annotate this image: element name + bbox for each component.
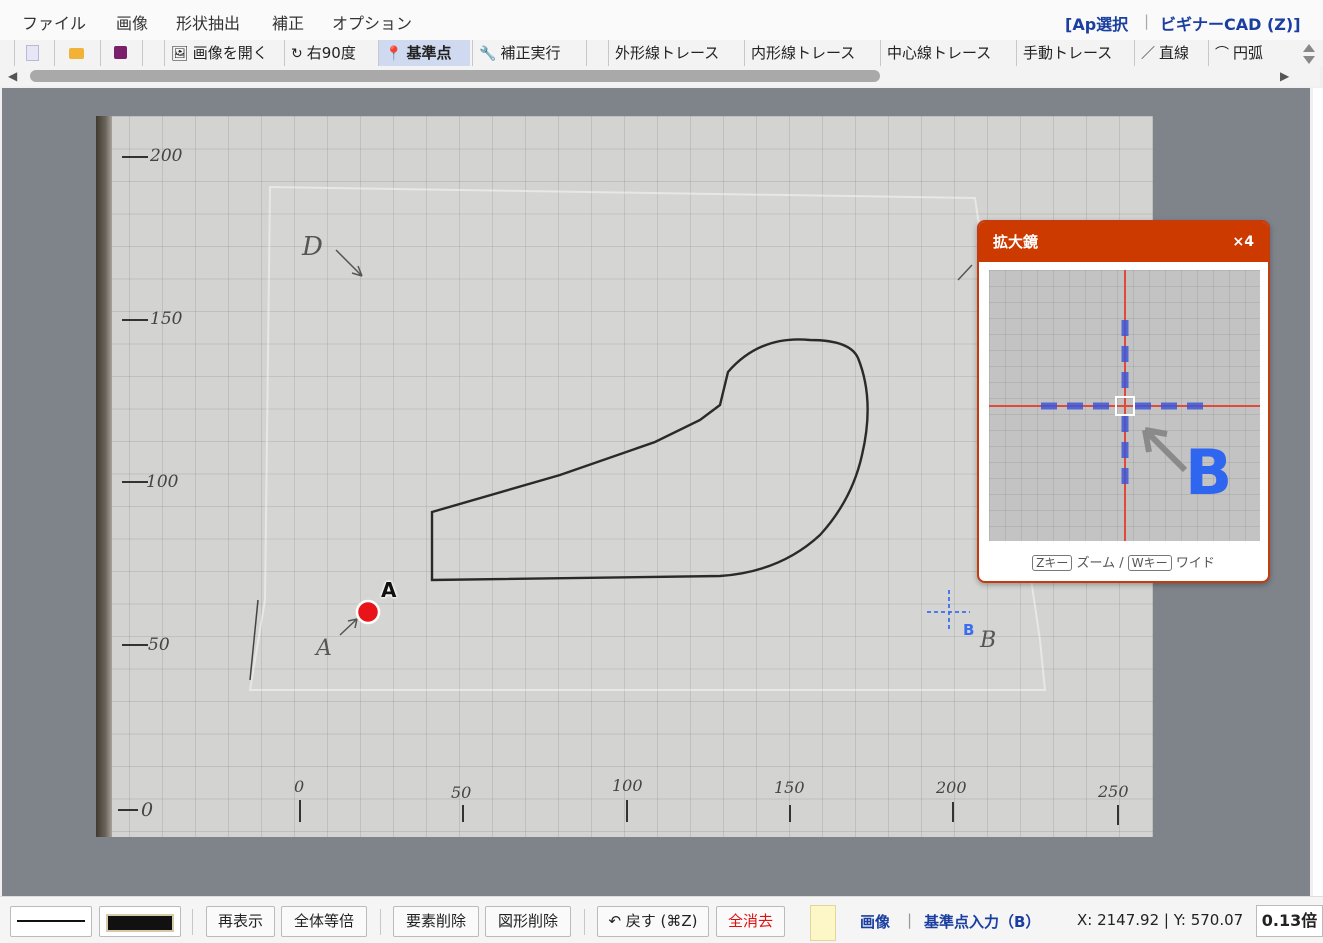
y-ruler-ticks	[118, 156, 148, 811]
magnifier-title: 拡大鏡	[993, 233, 1039, 251]
ruler-x-150: 150	[774, 778, 805, 797]
magnifier-zoom-factor: ×4	[1232, 234, 1254, 250]
redraw-button[interactable]: 再表示	[206, 906, 275, 937]
ruler-x-200: 200	[936, 778, 967, 797]
magnifier-glyph-b: B	[1185, 436, 1233, 509]
ruler-y-200: 200	[150, 146, 183, 166]
x-ruler-ticks	[299, 800, 1119, 825]
ruler-x-100: 100	[612, 776, 643, 795]
mode-separator: |	[907, 911, 913, 929]
fit-all-button[interactable]: 全体等倍	[281, 906, 367, 937]
ruler-y-150: 150	[150, 309, 183, 329]
status-bar: 再表示 全体等倍 要素削除 図形削除 ↶ 戻す (⌘Z) 全消去 画像 | 基準…	[0, 896, 1323, 943]
ruler-x-0: 0	[294, 777, 305, 796]
delete-shape-button[interactable]: 図形削除	[485, 906, 571, 937]
key-w-hint: Wキー	[1127, 555, 1172, 571]
magnifier-header[interactable]: 拡大鏡 ×4	[979, 222, 1268, 262]
magnifier-help: Zキー ズーム / Wキー ワイド	[979, 552, 1268, 571]
ruler-y-50: 50	[148, 635, 170, 655]
zoom-level-display: 0.13倍	[1256, 905, 1323, 937]
delete-element-button[interactable]: 要素削除	[393, 906, 479, 937]
magnifier-panel[interactable]: 拡大鏡 ×4 B Zキー ズーム / Wキー ワイド	[977, 220, 1270, 583]
zoom-hint-label: ズーム /	[1076, 556, 1124, 571]
ruler-x-250: 250	[1098, 782, 1129, 801]
color-swatch[interactable]	[810, 905, 836, 941]
line-style-selector[interactable]	[10, 906, 92, 937]
line-width-icon	[106, 914, 174, 932]
status-separator	[192, 909, 193, 935]
zoom-level-text: 0.13倍	[1261, 911, 1318, 930]
ruler-x-50: 50	[451, 783, 472, 802]
marker-b-label: B	[963, 621, 975, 639]
status-separator	[584, 909, 585, 935]
mode-image-label: 画像	[860, 913, 891, 931]
wide-hint-label: ワイド	[1175, 556, 1215, 571]
clear-all-button[interactable]: 全消去	[716, 906, 785, 937]
ruler-y-100: 100	[146, 472, 179, 492]
line-width-selector[interactable]	[99, 906, 181, 937]
marker-a-label: A	[381, 578, 397, 602]
key-z-hint: Zキー	[1032, 555, 1073, 571]
handwritten-a: A	[316, 636, 332, 661]
ruler-y-0: 0	[141, 799, 154, 821]
handwritten-b: B	[980, 628, 997, 653]
marker-a-point	[355, 599, 381, 625]
line-style-icon	[17, 920, 85, 922]
handwritten-d: D	[302, 232, 323, 262]
undo-button[interactable]: ↶ 戻す (⌘Z)	[597, 906, 709, 937]
status-separator	[380, 909, 381, 935]
mode-status-text: 基準点入力（B）	[924, 913, 1041, 931]
cursor-coordinates: X: 2147.92 | Y: 570.07	[1077, 911, 1244, 929]
magnifier-view: B	[989, 270, 1260, 541]
